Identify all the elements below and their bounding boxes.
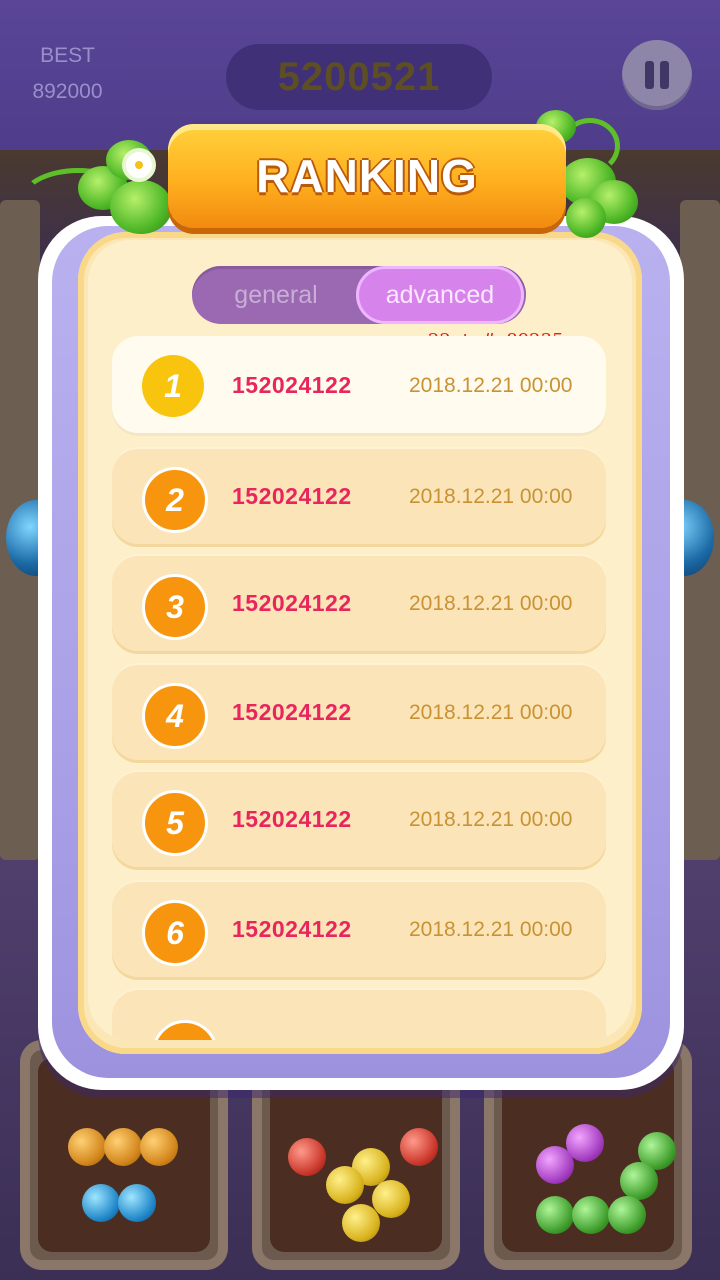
player-id: 152024122 [232, 372, 352, 398]
ball [372, 1180, 410, 1218]
ball [288, 1138, 326, 1176]
score-date: 2018.12.21 00:00 [409, 918, 573, 941]
ball [104, 1128, 142, 1166]
ball [68, 1128, 106, 1166]
ball [342, 1204, 380, 1242]
rank-number: 3 [166, 588, 184, 625]
list-item [112, 988, 606, 1040]
rank-badge-gold: 1 [142, 355, 204, 417]
ball [140, 1128, 178, 1166]
player-id: 152024122 [232, 806, 352, 832]
ranking-title-banner: RANKING [168, 124, 566, 228]
ranking-row[interactable]: 6 152024122 2018.12.21 00:00 [112, 880, 606, 980]
rank-badge: 6 [142, 900, 208, 966]
ranking-tabs: general advanced [192, 266, 526, 324]
ranking-row[interactable]: 1 152024122 2018.12.21 00:00 [112, 336, 606, 436]
score-display: 5200521 [226, 44, 492, 110]
ball [326, 1166, 364, 1204]
rank-badge: 2 [142, 467, 208, 533]
tab-advanced[interactable]: advanced [356, 266, 524, 324]
ball [620, 1162, 658, 1200]
ball [536, 1196, 574, 1234]
rank-badge: 4 [142, 683, 208, 749]
rank-number: 1 [164, 367, 182, 404]
player-id: 152024122 [232, 590, 352, 616]
ball [572, 1196, 610, 1234]
tab-general[interactable]: general [192, 266, 360, 324]
rank-badge [152, 1020, 218, 1040]
rank-number: 4 [166, 697, 184, 734]
score-date: 2018.12.21 00:00 [409, 808, 573, 831]
score-date: 2018.12.21 00:00 [409, 701, 573, 724]
pause-button[interactable] [622, 40, 692, 110]
ranking-row[interactable]: 5 152024122 2018.12.21 00:00 [112, 770, 606, 870]
ranking-row[interactable]: 2 152024122 2018.12.21 00:00 [112, 447, 606, 547]
rank-badge: 3 [142, 574, 208, 640]
rank-number: 2 [166, 481, 184, 518]
ranking-row[interactable]: 4 152024122 2018.12.21 00:00 [112, 663, 606, 763]
flower-center [135, 161, 143, 169]
rank-number: 6 [166, 914, 184, 951]
ball [82, 1184, 120, 1222]
score-date: 2018.12.21 00:00 [409, 592, 573, 615]
ball [536, 1146, 574, 1184]
rank-badge: 5 [142, 790, 208, 856]
player-id: 152024122 [232, 483, 352, 509]
current-score: 5200521 [277, 54, 441, 99]
best-score: 892000 [32, 80, 103, 103]
ball [400, 1128, 438, 1166]
player-id: 152024122 [232, 699, 352, 725]
score-date: 2018.12.21 00:00 [409, 485, 573, 508]
leaf-decoration [566, 198, 606, 238]
rank-number: 5 [166, 804, 184, 841]
leaf-decoration [110, 180, 172, 234]
pause-icon [645, 61, 654, 89]
ball [118, 1184, 156, 1222]
score-date: 2018.12.21 00:00 [409, 374, 573, 397]
ranking-row[interactable]: 3 152024122 2018.12.21 00:00 [112, 554, 606, 654]
ranking-title: RANKING [256, 150, 478, 202]
player-id: 152024122 [232, 916, 352, 942]
ball [608, 1196, 646, 1234]
best-label: BEST [40, 44, 95, 67]
